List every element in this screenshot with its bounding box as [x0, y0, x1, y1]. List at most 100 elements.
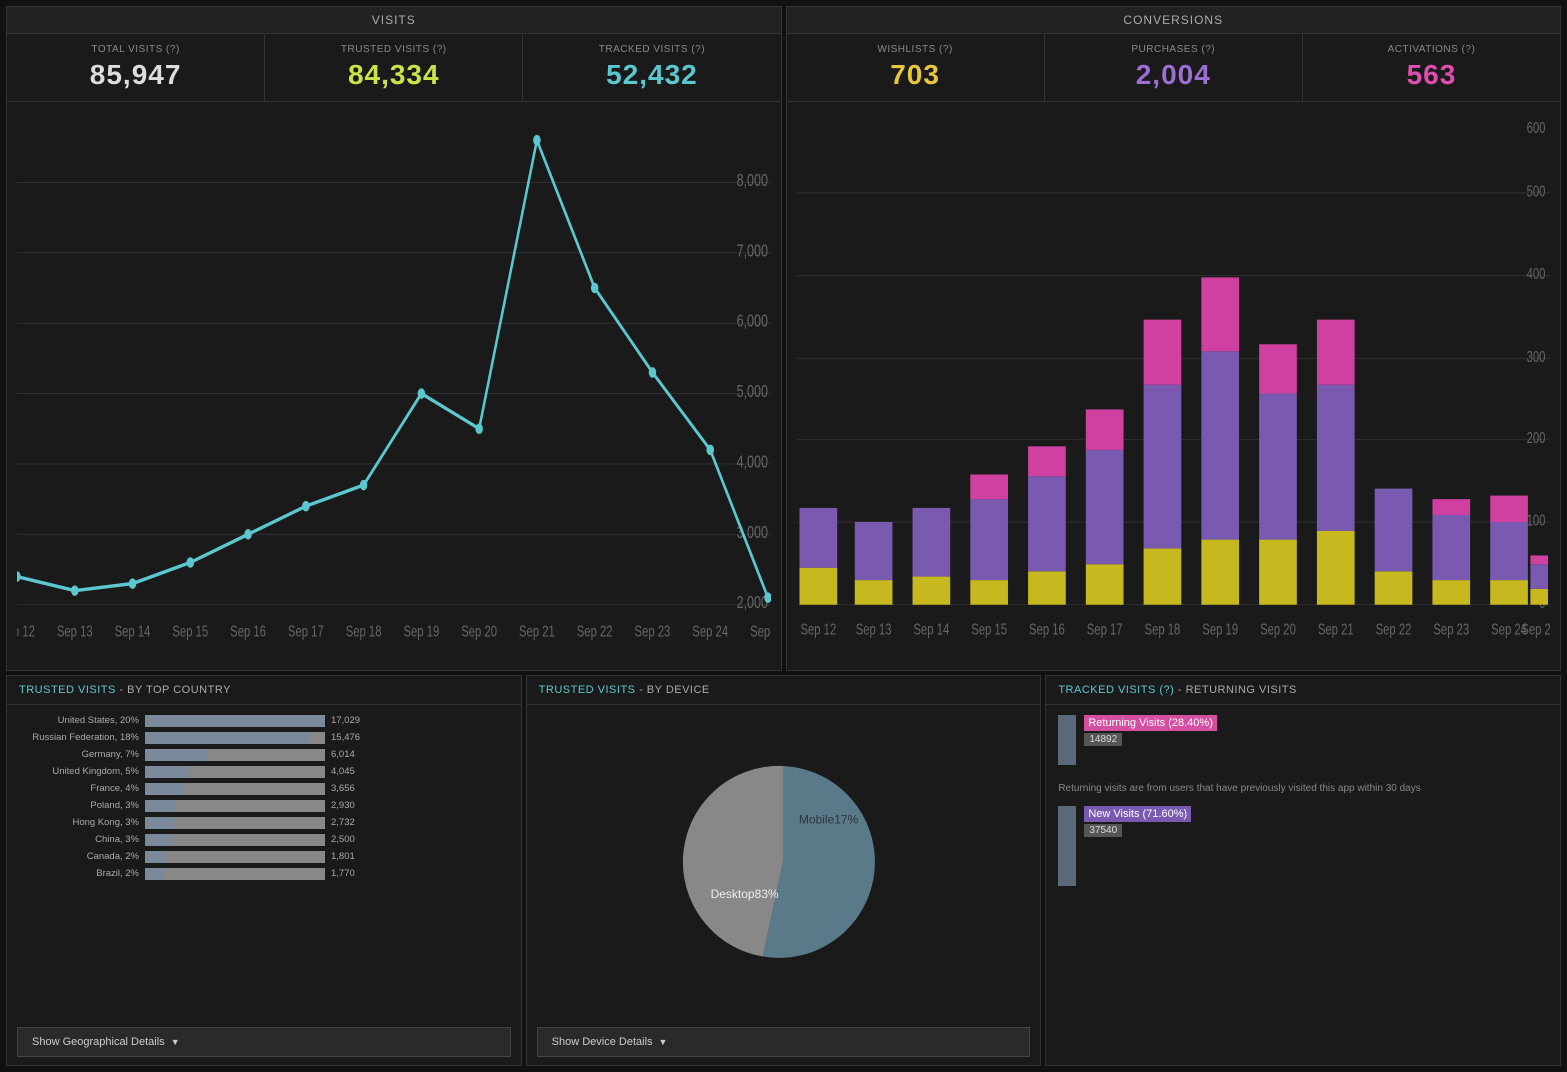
device-header-rest: - BY DEVICE: [639, 684, 710, 696]
country-bars-container: United States, 20% 17,029 Russian Federa…: [7, 705, 521, 1019]
purchases-box: PURCHASES (?) 2,004: [1045, 34, 1303, 101]
country-bar-row: Canada, 2% 1,801: [19, 851, 509, 863]
country-bar-row: Russian Federation, 18% 15,476: [19, 732, 509, 744]
returning-description: Returning visits are from users that hav…: [1058, 781, 1548, 796]
returning-info: Returning Visits (28.40%) 14892: [1084, 715, 1548, 746]
wishlists-label: WISHLISTS (?): [877, 44, 952, 55]
bar-value: 1,801: [331, 851, 355, 862]
visits-panel: VISITS TOTAL VISITS (?) 85,947 TRUSTED V…: [6, 6, 782, 671]
trusted-visits-value: 84,334: [348, 59, 440, 91]
bar-fill: [145, 766, 188, 778]
tracked-visits-label: TRACKED VISITS (?): [599, 44, 705, 55]
bar-track: [145, 715, 325, 727]
svg-text:2,000: 2,000: [737, 593, 768, 613]
country-panel: TRUSTED VISITS - BY TOP COUNTRY United S…: [6, 675, 522, 1066]
country-name: United States, 20%: [19, 715, 139, 726]
bar-value: 4,045: [331, 766, 355, 777]
country-name: France, 4%: [19, 783, 139, 794]
svg-text:Sep 19: Sep 19: [1202, 621, 1238, 638]
country-bar-row: United States, 20% 17,029: [19, 715, 509, 727]
new-visits-count: 37540: [1084, 824, 1122, 837]
country-name: China, 3%: [19, 834, 139, 845]
wishlists-value: 703: [890, 59, 940, 91]
bar-value: 2,732: [331, 817, 355, 828]
purchases-label: PURCHASES (?): [1131, 44, 1215, 55]
bar-chart-svg: 0 100 200 300 400 500 600: [797, 112, 1551, 640]
country-bar-row: United Kingdom, 5% 4,045: [19, 766, 509, 778]
bar-track: [145, 834, 325, 846]
bar-track: [145, 817, 325, 829]
device-panel: TRUSTED VISITS - BY DEVICE Desktop83% Mo…: [526, 675, 1042, 1066]
svg-text:Sep 15: Sep 15: [971, 621, 1007, 638]
svg-text:Sep 14: Sep 14: [913, 621, 949, 638]
bar-track: [145, 749, 325, 761]
conversions-panel: CONVERSIONS WISHLISTS (?) 703 PURCHASES …: [786, 6, 1562, 671]
svg-text:Sep 22: Sep 22: [577, 623, 613, 640]
bar-fill: [145, 817, 174, 829]
svg-text:6,000: 6,000: [737, 312, 768, 332]
country-name: United Kingdom, 5%: [19, 766, 139, 777]
returning-header-rest: - RETURNING VISITS: [1178, 684, 1297, 696]
country-bar-row: France, 4% 3,656: [19, 783, 509, 795]
svg-text:Sep 13: Sep 13: [57, 623, 93, 640]
svg-text:600: 600: [1526, 119, 1545, 136]
total-visits-box: TOTAL VISITS (?) 85,947: [7, 34, 265, 101]
country-panel-header: TRUSTED VISITS - BY TOP COUNTRY: [7, 676, 521, 705]
country-bar-row: Poland, 3% 2,930: [19, 800, 509, 812]
bottom-row: TRUSTED VISITS - BY TOP COUNTRY United S…: [6, 675, 1561, 1066]
conversions-header: CONVERSIONS: [787, 7, 1561, 34]
bar-value: 2,930: [331, 800, 355, 811]
svg-text:Sep 12: Sep 12: [800, 621, 836, 638]
returning-panel: TRACKED VISITS (?) - RETURNING VISITS Re…: [1045, 675, 1561, 1066]
show-geographical-label: Show Geographical Details: [32, 1036, 165, 1048]
svg-text:Sep 17: Sep 17: [1086, 621, 1122, 638]
tracked-visits-box: TRACKED VISITS (?) 52,432: [523, 34, 780, 101]
returning-bar: [1058, 715, 1076, 765]
bar-fill: [145, 834, 172, 846]
country-header-rest: - BY TOP COUNTRY: [119, 684, 231, 696]
bar-track: [145, 766, 325, 778]
country-bar-row: Brazil, 2% 1,770: [19, 868, 509, 880]
svg-text:Sep 23: Sep 23: [635, 623, 671, 640]
country-name: Brazil, 2%: [19, 868, 139, 879]
new-visits-block: New Visits (71.60%) 37540: [1058, 806, 1548, 886]
svg-text:Sep 23: Sep 23: [1433, 621, 1469, 638]
wishlists-box: WISHLISTS (?) 703: [787, 34, 1045, 101]
returning-visits-block: Returning Visits (28.40%) 14892: [1058, 715, 1548, 765]
svg-text:Sep 24: Sep 24: [692, 623, 728, 640]
svg-text:Sep 17: Sep 17: [288, 623, 324, 640]
svg-text:4,000: 4,000: [737, 452, 768, 472]
visits-stats-row: TOTAL VISITS (?) 85,947 TRUSTED VISITS (…: [7, 34, 781, 102]
bar-track: [145, 732, 325, 744]
bar-value: 2,500: [331, 834, 355, 845]
svg-text:7,000: 7,000: [737, 241, 768, 261]
svg-text:Mobile17%: Mobile17%: [799, 813, 859, 827]
svg-text:Sep 20: Sep 20: [1260, 621, 1296, 638]
bar-fill: [145, 749, 208, 761]
country-name: Hong Kong, 3%: [19, 817, 139, 828]
svg-text:Sep 18: Sep 18: [1144, 621, 1180, 638]
bar-fill: [145, 868, 163, 880]
new-visits-bar: [1058, 806, 1076, 886]
trusted-visits-label: TRUSTED VISITS (?): [341, 44, 447, 55]
chevron-down-device-icon: ▼: [659, 1037, 668, 1047]
show-device-button[interactable]: Show Device Details ▼: [537, 1027, 1031, 1057]
country-name: Germany, 7%: [19, 749, 139, 760]
bar-fill: [145, 800, 176, 812]
visits-header: VISITS: [7, 7, 781, 34]
svg-text:Sep 14: Sep 14: [115, 623, 151, 640]
line-chart-area: 2,000 3,000 4,000 5,000 6,000 7,000 8,00…: [7, 102, 781, 670]
bar-fill: [145, 732, 309, 744]
country-name: Russian Federation, 18%: [19, 732, 139, 743]
device-header-accent: TRUSTED VISITS: [539, 684, 636, 696]
show-geographical-button[interactable]: Show Geographical Details ▼: [17, 1027, 511, 1057]
svg-text:200: 200: [1526, 429, 1545, 446]
purchases-value: 2,004: [1136, 59, 1211, 91]
svg-text:Sep 25: Sep 25: [750, 623, 770, 640]
bar-chart-area: 0 100 200 300 400 500 600: [787, 102, 1561, 670]
svg-text:Sep 16: Sep 16: [1029, 621, 1065, 638]
total-visits-value: 85,947: [90, 59, 182, 91]
svg-text:5,000: 5,000: [737, 382, 768, 402]
svg-text:500: 500: [1526, 183, 1545, 200]
svg-text:Sep 21: Sep 21: [1317, 621, 1353, 638]
